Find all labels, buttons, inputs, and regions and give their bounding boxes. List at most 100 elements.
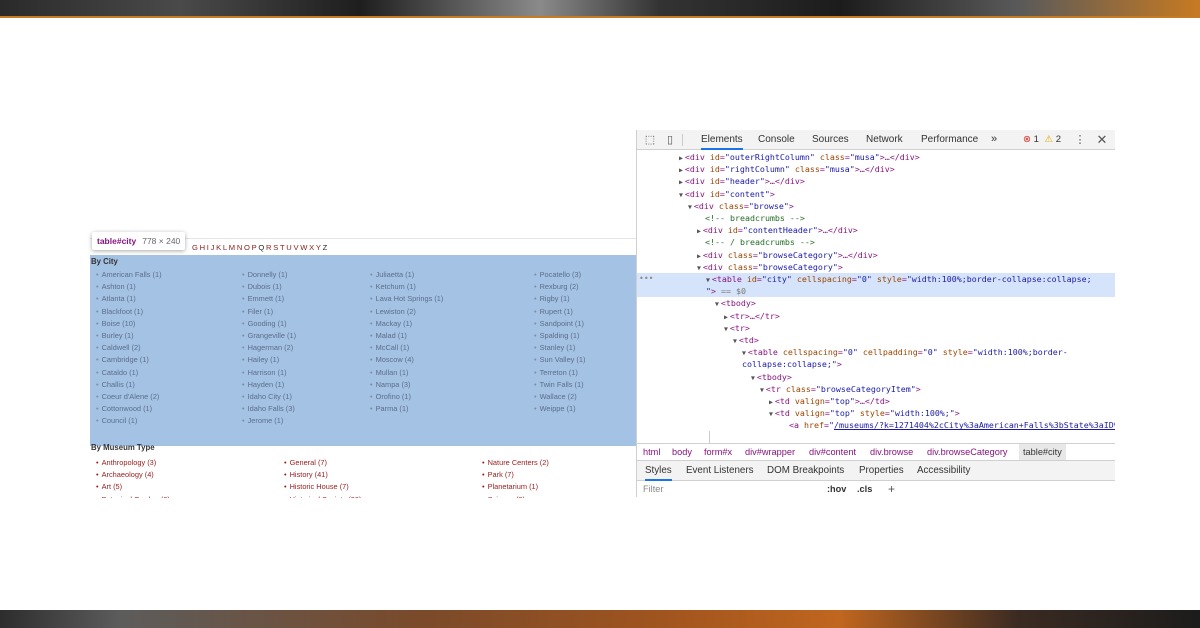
museum-type-link[interactable]: •Botanical Garden (2)	[96, 494, 170, 498]
tab-network[interactable]: Network	[866, 130, 903, 150]
tab-accessibility[interactable]: Accessibility	[917, 461, 970, 481]
city-link[interactable]: • Wallace (2)	[534, 391, 585, 403]
city-link[interactable]: • Moscow (4)	[370, 354, 443, 366]
city-link[interactable]: • Boise (10)	[96, 318, 162, 330]
city-link[interactable]: • Parma (1)	[370, 403, 443, 415]
city-link[interactable]: • Rupert (1)	[534, 306, 585, 318]
museum-type-link[interactable]: • Planetarium (1)	[482, 481, 549, 493]
alphabet-letter-o[interactable]: O	[244, 243, 250, 252]
city-link[interactable]: • Sandpoint (1)	[534, 318, 585, 330]
city-link[interactable]: • Council (1)	[96, 415, 162, 427]
class-toggle[interactable]: .cls	[857, 482, 872, 497]
city-link[interactable]: • Idaho Falls (3)	[242, 403, 296, 415]
city-link[interactable]: • Blackfoot (1)	[96, 306, 162, 318]
city-link[interactable]: • Emmett (1)	[242, 293, 296, 305]
dom-node[interactable]: ▶ <div id="rightColumn" class="musa">…</d…	[637, 163, 1115, 175]
alphabet-letter-m[interactable]: M	[229, 243, 236, 252]
dom-node[interactable]: ▶ <div id="contentHeader">…</div>	[637, 224, 1115, 236]
city-link[interactable]: • McCall (1)	[370, 342, 443, 354]
tab-styles[interactable]: Styles	[645, 461, 672, 481]
alphabet-letter-u[interactable]: U	[286, 243, 292, 252]
city-link[interactable]: • Harrison (1)	[242, 367, 296, 379]
tab-sources[interactable]: Sources	[812, 130, 849, 150]
dom-node[interactable]: ▼ <div id="content">	[637, 188, 1115, 200]
city-link[interactable]: • Atlanta (1)	[96, 293, 162, 305]
tab-elements[interactable]: Elements	[701, 130, 743, 150]
city-link[interactable]: • Twin Falls (1)	[534, 379, 585, 391]
city-link[interactable]: • Orofino (1)	[370, 391, 443, 403]
alphabet-letter-y[interactable]: Y	[316, 243, 321, 252]
city-link[interactable]: • Rexburg (2)	[534, 281, 585, 293]
museum-type-link[interactable]: • Historic House (7)	[284, 481, 361, 493]
alphabet-letter-r[interactable]: R	[266, 243, 272, 252]
dom-node[interactable]: <a href="/museums/?k=1271404%2cCity%3aAm…	[637, 419, 1115, 431]
dom-node[interactable]: ▼ <tr>	[637, 322, 1115, 334]
alphabet-letter-t[interactable]: T	[280, 243, 285, 252]
dom-node-selected-cont[interactable]: "> == $0	[637, 285, 1115, 298]
alphabet-letter-s[interactable]: S	[273, 243, 278, 252]
device-toolbar-icon[interactable]: ▯	[663, 133, 677, 147]
city-link[interactable]: • Terreton (1)	[534, 367, 585, 379]
breadcrumb-table-city[interactable]: table#city	[1019, 444, 1066, 460]
dom-node[interactable]: ▶ <div class="browseCategory">…</div>	[637, 249, 1115, 261]
city-link[interactable]: • Mackay (1)	[370, 318, 443, 330]
breadcrumb-form[interactable]: form#x	[704, 444, 732, 460]
dom-node[interactable]: ▼ <div class="browseCategory">	[637, 261, 1115, 273]
city-link[interactable]: • Ashton (1)	[96, 281, 162, 293]
alphabet-letter-j[interactable]: J	[211, 243, 215, 252]
tab-properties[interactable]: Properties	[859, 461, 904, 481]
city-link[interactable]: • Rigby (1)	[534, 293, 585, 305]
city-link[interactable]: • Dubois (1)	[242, 281, 296, 293]
museum-type-link[interactable]: • Nature Centers (2)	[482, 457, 549, 469]
city-link[interactable]: • Grangeville (1)	[242, 330, 296, 342]
museum-type-link[interactable]: • Park (7)	[482, 469, 549, 481]
museum-type-link[interactable]: • General (7)	[284, 457, 361, 469]
city-link[interactable]: • Jerome (1)	[242, 415, 296, 427]
city-link[interactable]: • Burley (1)	[96, 330, 162, 342]
city-link[interactable]: • Lewiston (2)	[370, 306, 443, 318]
alphabet-letter-k[interactable]: K	[216, 243, 221, 252]
city-link[interactable]: • Lava Hot Springs (1)	[370, 293, 443, 305]
more-tabs-button[interactable]: »	[991, 130, 997, 150]
dom-node[interactable]: ▼ <table cellspacing="0" cellpadding="0" …	[637, 346, 1115, 358]
alphabet-letter-v[interactable]: V	[293, 243, 298, 252]
dom-node[interactable]: ▼ <td valign="top" style="width:100%;">	[637, 407, 1115, 419]
museum-type-link[interactable]: •Historical Society (20)	[284, 494, 361, 498]
city-link[interactable]: • Gooding (1)	[242, 318, 296, 330]
alphabet-letter-n[interactable]: N	[237, 243, 243, 252]
alphabet-letter-l[interactable]: L	[223, 243, 228, 252]
dom-node[interactable]: ▼ <tr class="browseCategoryItem">	[637, 383, 1115, 395]
city-link[interactable]: • Caldwell (2)	[96, 342, 162, 354]
dom-node[interactable]: ▶ <tr>…</tr>	[637, 310, 1115, 322]
alphabet-letter-i[interactable]: I	[207, 243, 210, 252]
dom-node[interactable]: ▼ <tbody>	[637, 297, 1115, 309]
styles-filter-input[interactable]: Filter	[643, 482, 663, 497]
dom-node[interactable]: ▶ <div id="outerRightColumn" class="musa"…	[637, 151, 1115, 163]
museum-type-link[interactable]: • Art (5)	[96, 481, 170, 493]
new-rule-button[interactable]: +	[888, 482, 895, 497]
city-link[interactable]: • Cataldo (1)	[96, 367, 162, 379]
kebab-menu-icon[interactable]: ⋮	[1073, 133, 1087, 147]
href-link[interactable]: /museums/?k=1271404%2cCity%3aAmerican+Fa…	[834, 420, 1115, 430]
alphabet-letter-h[interactable]: H	[200, 243, 206, 252]
city-link[interactable]: • Stanley (1)	[534, 342, 585, 354]
city-link[interactable]: • Spalding (1)	[534, 330, 585, 342]
dom-comment[interactable]: <!-- / breadcrumbs -->	[637, 236, 1115, 248]
city-link[interactable]: • Sun Valley (1)	[534, 354, 585, 366]
tab-performance[interactable]: Performance	[921, 130, 978, 150]
breadcrumb-body[interactable]: body	[672, 444, 692, 460]
hover-state-toggle[interactable]: :hov	[827, 482, 846, 497]
breadcrumb-content[interactable]: div#content	[809, 444, 856, 460]
museum-type-link[interactable]: •Science (3)	[482, 494, 549, 498]
city-link[interactable]: • Hailey (1)	[242, 354, 296, 366]
alphabet-letter-x[interactable]: X	[309, 243, 314, 252]
alphabet-letter-g[interactable]: G	[192, 243, 198, 252]
dom-node[interactable]: ▼ <tbody>	[637, 371, 1115, 383]
dom-node-selected[interactable]: ••• ▼ <table id="city" cellspacing="0" sty…	[637, 273, 1115, 286]
tab-event-listeners[interactable]: Event Listeners	[686, 461, 754, 481]
museum-type-link[interactable]: • Archaeology (4)	[96, 469, 170, 481]
city-link[interactable]: • Idaho City (1)	[242, 391, 296, 403]
dom-node[interactable]: ▼ <div class="browse">	[637, 200, 1115, 212]
dom-node[interactable]: ▼ <td>	[637, 334, 1115, 346]
dom-node-cont[interactable]: collapse:collapse;">	[637, 358, 1115, 370]
